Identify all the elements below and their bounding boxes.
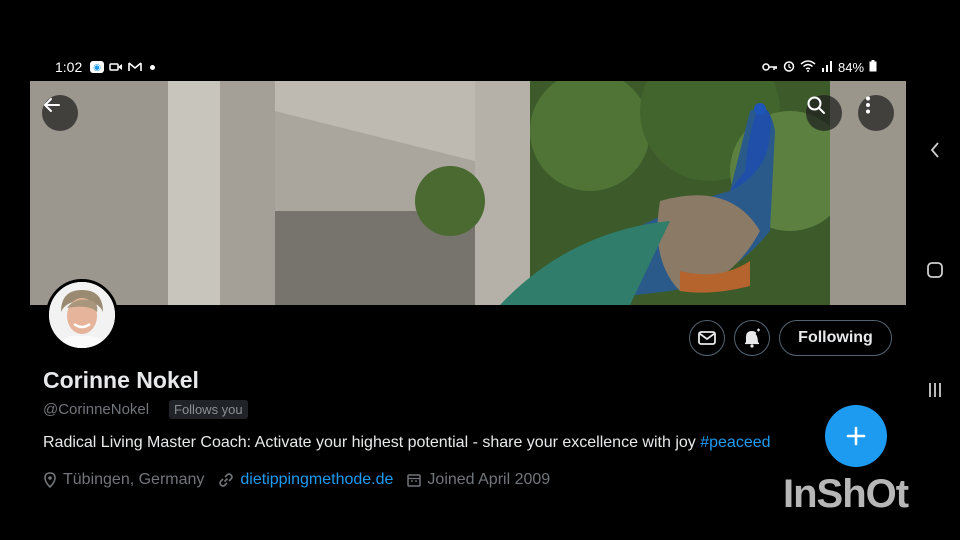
location-pin-icon — [44, 472, 56, 488]
back-button[interactable] — [42, 95, 78, 131]
status-bar: 1:02 ◉ 84% — [0, 58, 905, 78]
video-icon — [109, 61, 123, 73]
follows-you-badge: Follows you — [169, 400, 248, 419]
profile-meta: Tübingen, Germany dietippingmethode.de J… — [43, 471, 564, 489]
notification-dot — [150, 64, 155, 70]
arrow-left-icon — [44, 98, 60, 112]
joined-item: Joined April 2009 — [407, 471, 550, 489]
notifications-button[interactable] — [734, 320, 770, 356]
calendar-icon — [407, 474, 422, 487]
more-vertical-icon — [866, 96, 870, 114]
website-item: dietippingmethode.de — [218, 471, 393, 489]
joined-text: Joined April 2009 — [427, 471, 551, 488]
battery-percent: 84% — [838, 60, 865, 75]
search-icon — [807, 96, 825, 114]
alarm-icon — [783, 60, 795, 75]
message-button[interactable] — [689, 320, 725, 356]
banner-image — [30, 81, 906, 305]
chevron-left-icon — [930, 142, 939, 158]
bio-hashtag-link[interactable]: #peaceed — [700, 434, 770, 451]
website-link[interactable]: dietippingmethode.de — [240, 471, 393, 489]
bell-plus-icon — [745, 328, 760, 348]
status-time: 1:02 — [55, 59, 83, 75]
more-options-button[interactable] — [858, 95, 894, 131]
battery-icon — [869, 60, 877, 75]
plus-icon — [846, 426, 866, 446]
system-recents-button[interactable] — [920, 378, 950, 402]
recents-icon — [929, 383, 941, 397]
avatar-image — [49, 282, 115, 348]
location-item: Tübingen, Germany — [43, 471, 204, 489]
signal-icon — [821, 60, 833, 75]
gmail-icon — [128, 61, 142, 73]
key-icon — [762, 60, 778, 75]
search-button[interactable] — [806, 95, 842, 131]
home-square-icon — [927, 262, 943, 278]
wifi-icon — [800, 60, 816, 75]
compose-button[interactable] — [825, 405, 887, 467]
system-home-button[interactable] — [920, 258, 950, 282]
system-back-button[interactable] — [920, 138, 950, 162]
app-icon: ◉ — [90, 61, 104, 73]
profile-bio: Radical Living Master Coach: Activate yo… — [43, 434, 828, 452]
profile-handle: @CorinneNokel — [43, 401, 150, 418]
link-icon — [219, 473, 234, 487]
watermark-text: InShOt — [783, 472, 909, 516]
avatar[interactable] — [46, 279, 118, 351]
mail-icon — [698, 331, 716, 345]
profile-name: Corinne Nokel — [43, 367, 199, 393]
location-text: Tübingen, Germany — [63, 471, 205, 488]
bio-text: Radical Living Master Coach: Activate yo… — [43, 434, 701, 451]
profile-banner[interactable] — [30, 81, 906, 305]
following-button[interactable]: Following — [779, 320, 892, 356]
